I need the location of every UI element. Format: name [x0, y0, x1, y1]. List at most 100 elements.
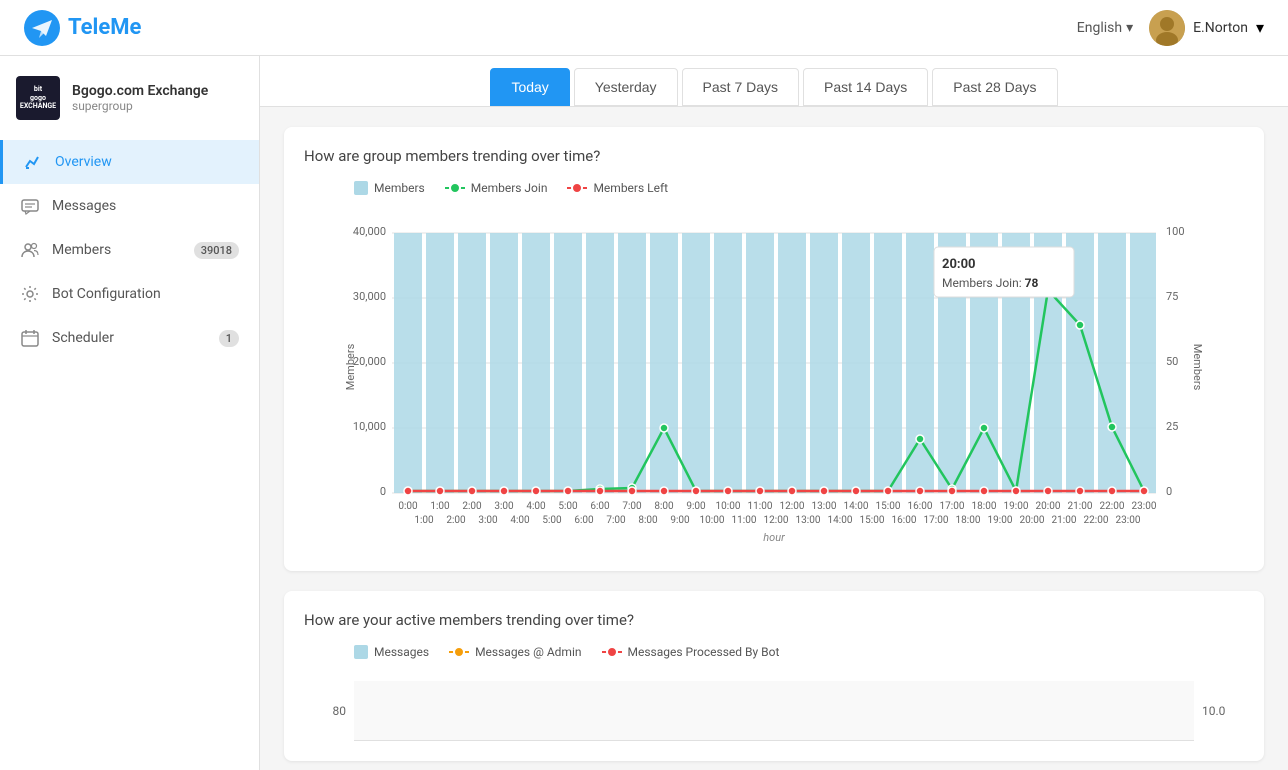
svg-text:Members: Members: [1191, 344, 1204, 391]
chart2-legend: Messages Messages @ Admin Messages Proce…: [304, 645, 1244, 659]
svg-text:16:00: 16:00: [908, 501, 933, 512]
members-icon: [20, 240, 40, 260]
svg-text:1:00: 1:00: [430, 501, 450, 512]
svg-text:20:00: 20:00: [1036, 501, 1061, 512]
svg-text:5:00: 5:00: [558, 501, 578, 512]
tab-past28[interactable]: Past 28 Days: [932, 68, 1057, 106]
svg-text:0: 0: [380, 485, 386, 498]
tab-past7[interactable]: Past 7 Days: [682, 68, 799, 106]
teleme-logo-icon: [24, 10, 60, 46]
svg-text:14:00: 14:00: [844, 501, 869, 512]
svg-text:15:00: 15:00: [860, 515, 885, 526]
svg-text:Members Join: 78: Members Join: 78: [942, 276, 1038, 290]
legend-messages-bot: Messages Processed By Bot: [602, 645, 780, 659]
user-arrow: ▾: [1256, 18, 1264, 37]
logo-text: TeleMe: [68, 15, 141, 40]
logo-area: TeleMe: [24, 10, 141, 46]
svg-text:19:00: 19:00: [988, 515, 1013, 526]
chart1-wrapper: 40,000 30,000 20,000 10,000 0 100 75 50 …: [304, 207, 1244, 551]
legend-messages-admin: Messages @ Admin: [449, 645, 581, 659]
legend-members-left-label: Members Left: [593, 181, 668, 195]
svg-text:1:00: 1:00: [414, 515, 434, 526]
legend-messages-label: Messages: [374, 645, 429, 659]
sidebar-nav: Overview Messages: [0, 140, 259, 750]
user-area[interactable]: E.Norton ▾: [1149, 10, 1264, 46]
svg-text:22:00: 22:00: [1084, 515, 1109, 526]
svg-text:hour: hour: [763, 531, 785, 544]
legend-messages-admin-label: Messages @ Admin: [475, 645, 581, 659]
sidebar-item-scheduler-badge: 1: [219, 330, 239, 347]
sidebar-item-overview-label: Overview: [55, 154, 239, 170]
svg-text:13:00: 13:00: [812, 501, 837, 512]
sidebar-group-info: bitgogoEXCHANGE Bgogo.com Exchange super…: [0, 76, 259, 140]
svg-text:2:00: 2:00: [446, 515, 466, 526]
chart1-legend: Members Members Join Members Left: [304, 181, 1244, 195]
svg-text:18:00: 18:00: [972, 501, 997, 512]
svg-text:20:00: 20:00: [942, 257, 976, 272]
main-content: Today Yesterday Past 7 Days Past 14 Days…: [260, 56, 1288, 770]
sidebar-item-members[interactable]: Members 39018: [0, 228, 259, 272]
chart2-question: How are your active members trending ove…: [304, 611, 1244, 629]
language-arrow: ▾: [1126, 20, 1133, 36]
tab-today[interactable]: Today: [490, 68, 569, 106]
svg-text:16:00: 16:00: [892, 515, 917, 526]
svg-text:12:00: 12:00: [780, 501, 805, 512]
svg-text:21:00: 21:00: [1052, 515, 1077, 526]
language-label: English: [1077, 20, 1122, 36]
legend-members: Members: [354, 181, 425, 195]
svg-text:23:00: 23:00: [1132, 501, 1157, 512]
chart2-y-left: 80: [304, 704, 354, 718]
legend-members-left: Members Left: [567, 181, 668, 195]
group-type: supergroup: [72, 99, 208, 113]
gear-icon: [20, 284, 40, 304]
sidebar-item-members-badge: 39018: [194, 242, 239, 259]
svg-text:7:00: 7:00: [606, 515, 626, 526]
sidebar-item-messages-label: Messages: [52, 198, 239, 214]
svg-text:8:00: 8:00: [638, 515, 658, 526]
svg-text:25: 25: [1166, 420, 1178, 433]
chart2-area: [354, 681, 1194, 741]
svg-text:0:00: 0:00: [398, 501, 418, 512]
svg-text:13:00: 13:00: [796, 515, 821, 526]
chart-icon: [23, 152, 43, 172]
svg-text:5:00: 5:00: [542, 515, 562, 526]
tab-bar: Today Yesterday Past 7 Days Past 14 Days…: [260, 56, 1288, 107]
chart2-axis-preview: 80 10.0: [304, 671, 1244, 741]
group-info-text: Bgogo.com Exchange supergroup: [72, 83, 208, 113]
svg-text:20,000: 20,000: [353, 355, 386, 368]
svg-text:11:00: 11:00: [748, 501, 773, 512]
svg-text:14:00: 14:00: [828, 515, 853, 526]
svg-text:3:00: 3:00: [478, 515, 498, 526]
top-header: TeleMe English ▾ E.Norton ▾: [0, 0, 1288, 56]
sidebar-item-bot-config[interactable]: Bot Configuration: [0, 272, 259, 316]
svg-text:12:00: 12:00: [764, 515, 789, 526]
svg-text:75: 75: [1166, 290, 1178, 303]
sidebar-item-overview[interactable]: Overview: [0, 140, 259, 184]
chart1-svg: 40,000 30,000 20,000 10,000 0 100 75 50 …: [304, 207, 1244, 547]
legend-members-box: [354, 181, 368, 195]
sidebar-item-scheduler-label: Scheduler: [52, 330, 207, 346]
chart-card-active-members: How are your active members trending ove…: [284, 591, 1264, 761]
tab-yesterday[interactable]: Yesterday: [574, 68, 678, 106]
svg-text:2:00: 2:00: [462, 501, 482, 512]
svg-text:21:00: 21:00: [1068, 501, 1093, 512]
svg-text:3:00: 3:00: [494, 501, 514, 512]
group-name: Bgogo.com Exchange: [72, 83, 208, 99]
user-name: E.Norton: [1193, 20, 1248, 36]
language-selector[interactable]: English ▾: [1077, 20, 1133, 36]
svg-text:4:00: 4:00: [510, 515, 530, 526]
header-right: English ▾ E.Norton ▾: [1077, 10, 1264, 46]
tab-past14[interactable]: Past 14 Days: [803, 68, 928, 106]
svg-text:10:00: 10:00: [700, 515, 725, 526]
legend-messages-admin-line: [449, 651, 469, 653]
svg-text:8:00: 8:00: [654, 501, 674, 512]
svg-text:40,000: 40,000: [353, 225, 386, 238]
sidebar-item-messages[interactable]: Messages: [0, 184, 259, 228]
sidebar-item-scheduler[interactable]: Scheduler 1: [0, 316, 259, 360]
message-icon: [20, 196, 40, 216]
svg-text:18:00: 18:00: [956, 515, 981, 526]
svg-text:6:00: 6:00: [590, 501, 610, 512]
chart1-question: How are group members trending over time…: [304, 147, 1244, 165]
legend-members-join-label: Members Join: [471, 181, 548, 195]
svg-text:7:00: 7:00: [622, 501, 642, 512]
